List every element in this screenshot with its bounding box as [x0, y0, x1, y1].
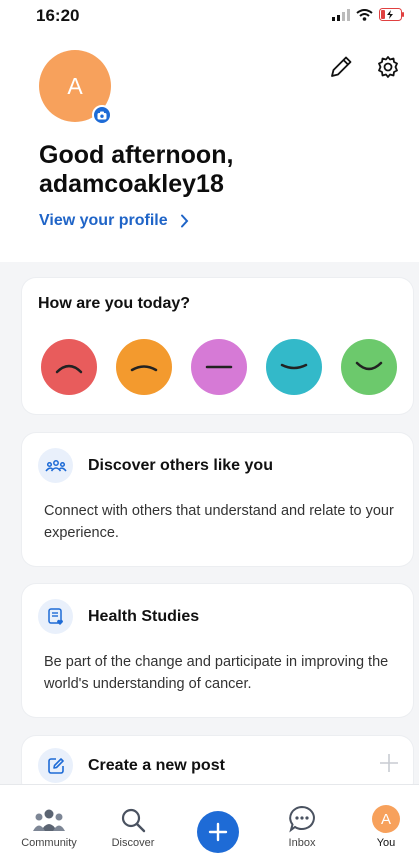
new-post-fab[interactable]: [197, 811, 239, 853]
create-post-header: Create a new post: [38, 748, 225, 783]
discover-badge: [38, 448, 73, 483]
gear-icon: [378, 56, 398, 78]
status-bar: 16:20: [0, 0, 419, 34]
create-post-title: Create a new post: [88, 756, 225, 774]
happy-face-icon: [355, 361, 383, 371]
battery-charging-icon: [379, 8, 404, 21]
camera-icon: [97, 111, 107, 119]
neutral-face-icon: [205, 365, 233, 369]
tab-community-label: Community: [21, 837, 77, 849]
mood-sad-button[interactable]: [116, 339, 172, 395]
you-avatar: A: [372, 805, 400, 833]
mood-card: How are you today?: [22, 278, 413, 414]
health-studies-card[interactable]: Health Studies Be part of the change and…: [22, 584, 413, 717]
discover-card[interactable]: Discover others like you Connect with ot…: [22, 433, 413, 566]
discover-description: Connect with others that understand and …: [44, 503, 394, 541]
greeting-heading: Good afternoon, adamcoakley18: [39, 141, 369, 199]
mood-very-sad-button[interactable]: [41, 339, 97, 395]
create-post-badge: [38, 748, 73, 783]
people-icon: [44, 459, 67, 471]
mood-happy-button[interactable]: [341, 339, 397, 395]
view-profile-label: View your profile: [39, 212, 168, 229]
tab-discover-label: Discover: [111, 837, 155, 849]
wifi-icon: [356, 8, 373, 21]
profile-avatar-letter: A: [67, 72, 83, 99]
mood-options: [41, 339, 397, 395]
content-face-icon: [280, 363, 308, 370]
mood-neutral-button[interactable]: [191, 339, 247, 395]
status-icons: [332, 8, 405, 21]
settings-button[interactable]: [374, 53, 402, 81]
very-sad-face-icon: [55, 364, 83, 374]
community-icon: [33, 809, 65, 831]
sad-face-icon: [130, 365, 158, 372]
health-studies-title: Health Studies: [88, 607, 200, 625]
create-post-plus-button[interactable]: [379, 753, 399, 778]
chat-bubble-icon: [289, 805, 315, 833]
greeting-line: Good afternoon,: [39, 141, 234, 169]
status-time: 16:20: [36, 6, 80, 25]
chevron-right-icon: [180, 214, 188, 228]
change-photo-button[interactable]: [92, 105, 112, 125]
profile-header: 16:20 A Good afternoon, adamcoakley18 Vi…: [0, 0, 419, 262]
plus-icon: [380, 754, 398, 772]
health-studies-header: Health Studies: [38, 599, 199, 634]
health-studies-badge: [38, 599, 73, 634]
tab-inbox-label: Inbox: [288, 837, 316, 849]
plus-icon: [208, 822, 228, 842]
signal-icon: [332, 8, 350, 21]
tab-inbox[interactable]: Inbox: [267, 785, 337, 859]
search-icon: [121, 808, 146, 833]
pencil-icon: [331, 56, 352, 77]
edit-profile-button[interactable]: [327, 53, 355, 81]
tab-you[interactable]: A You: [351, 785, 419, 859]
username: adamcoakley18: [39, 170, 224, 198]
tab-you-label: You: [376, 837, 396, 849]
you-avatar-letter: A: [380, 810, 391, 828]
study-document-icon: [47, 607, 63, 625]
mood-title: How are you today?: [38, 295, 191, 312]
discover-title: Discover others like you: [88, 456, 273, 474]
view-profile-link[interactable]: View your profile: [39, 212, 189, 230]
compose-icon: [47, 757, 64, 774]
discover-card-header: Discover others like you: [38, 448, 273, 483]
tab-community[interactable]: Community: [14, 785, 84, 859]
health-studies-description: Be part of the change and participate in…: [44, 654, 389, 692]
tab-discover[interactable]: Discover: [98, 785, 168, 859]
mood-content-button[interactable]: [266, 339, 322, 395]
